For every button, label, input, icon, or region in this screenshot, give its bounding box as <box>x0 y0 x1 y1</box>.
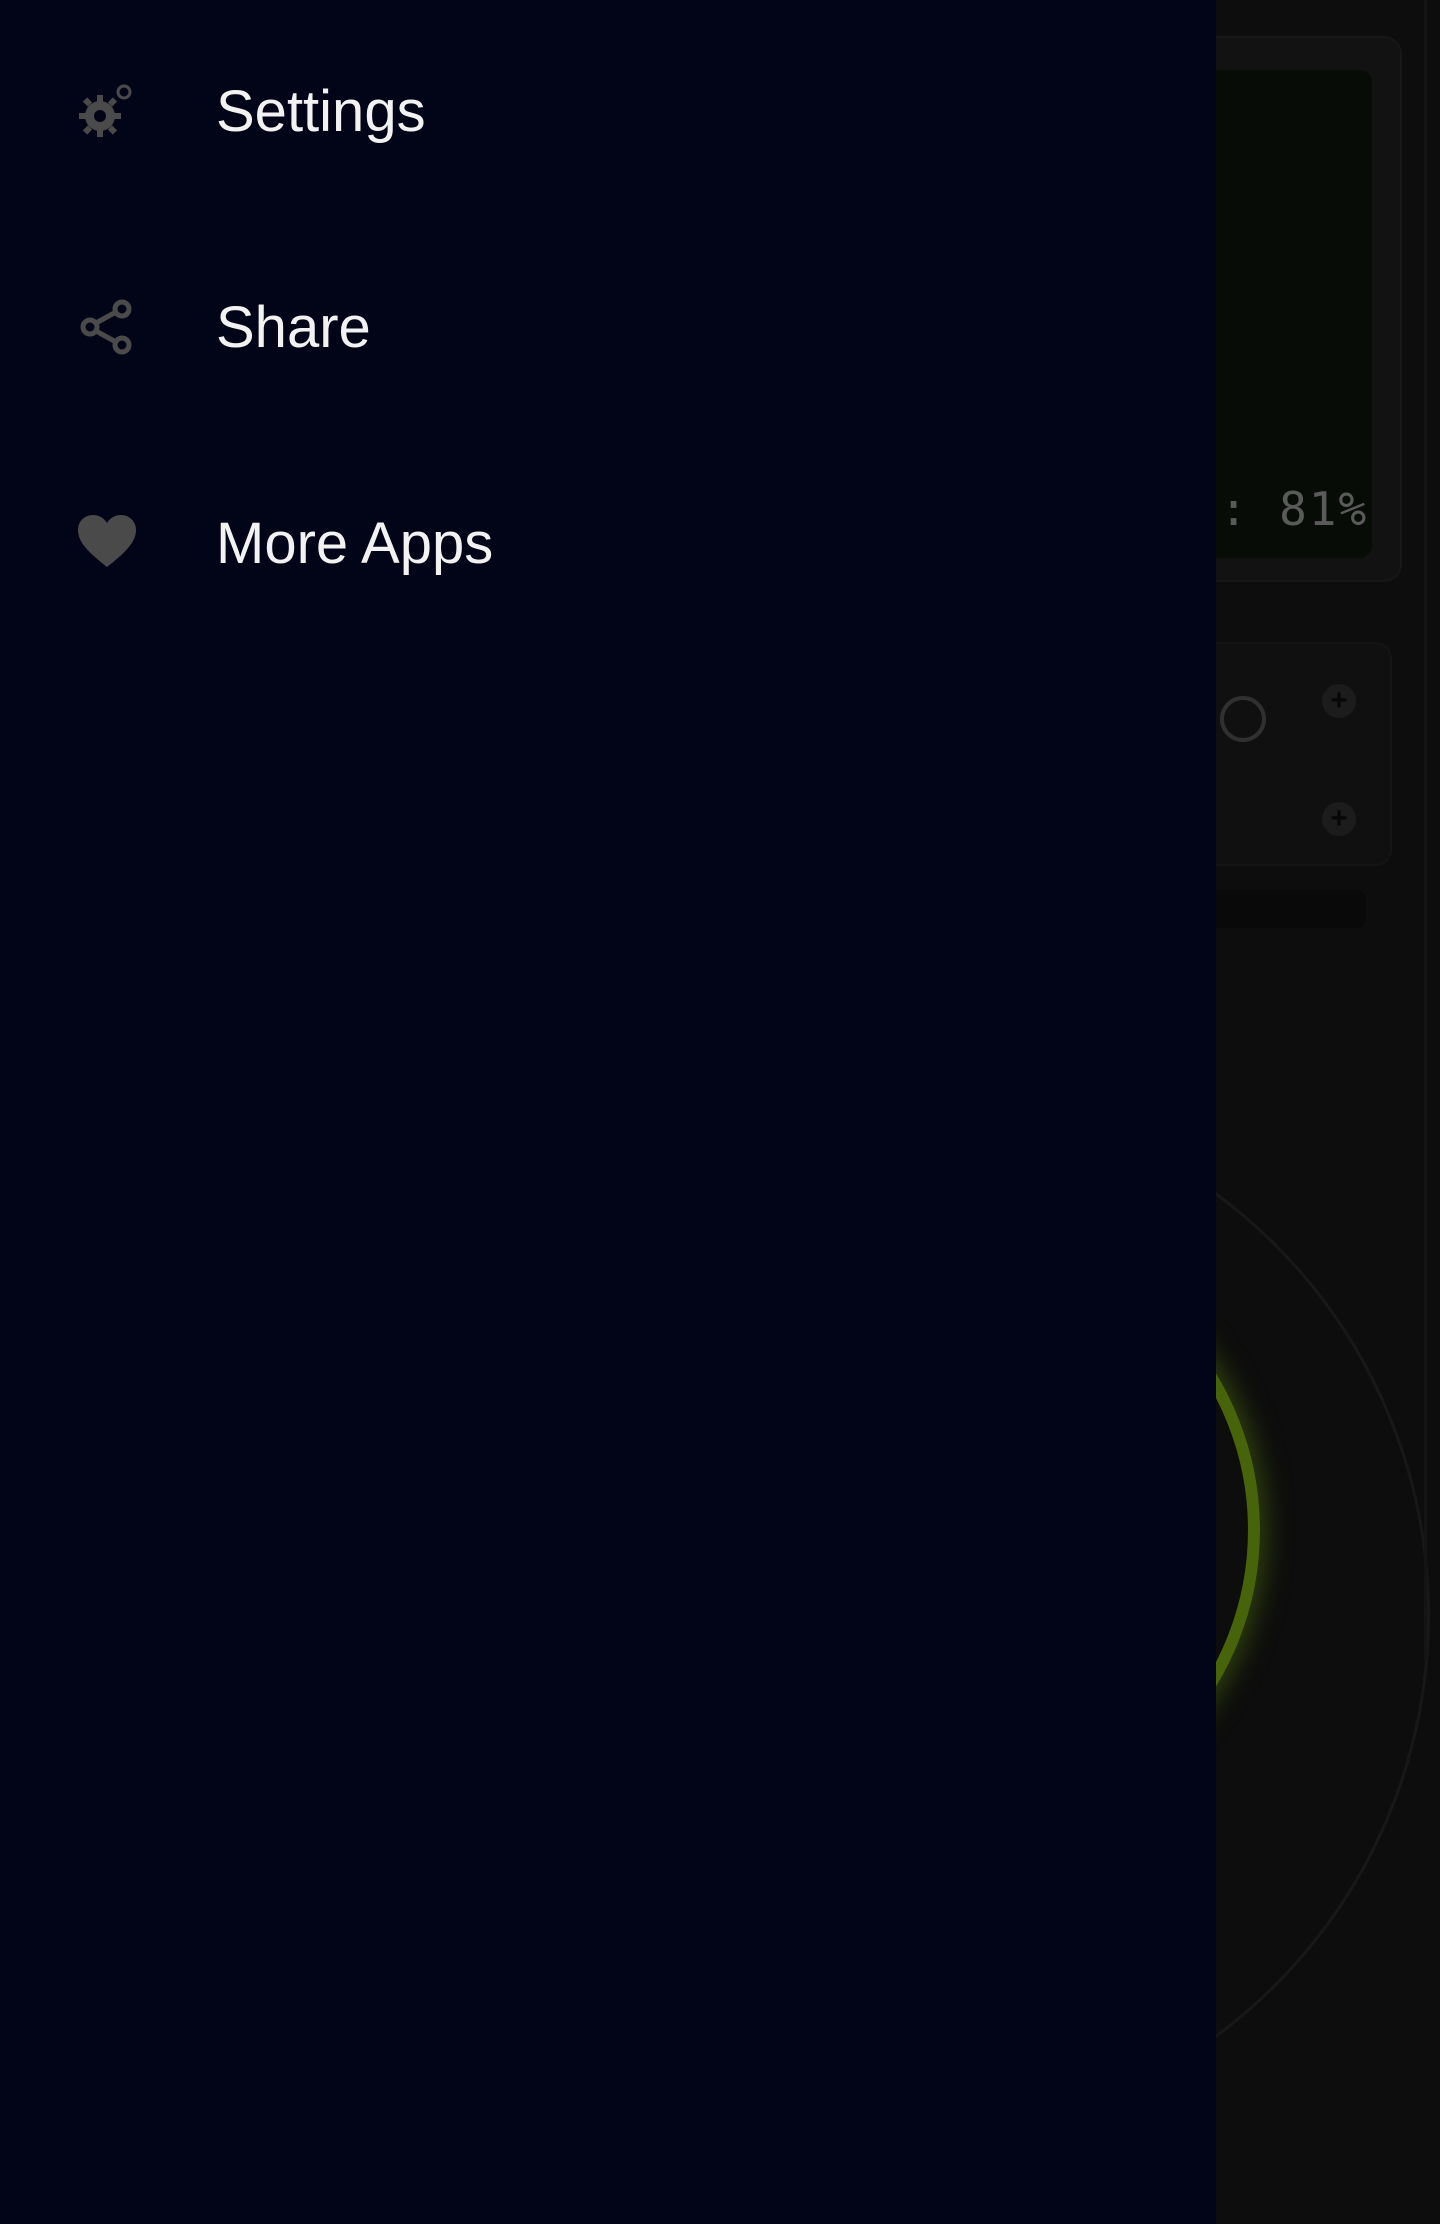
menu-item-settings-label: Settings <box>216 78 426 144</box>
navigation-drawer: Settings Share More Apps <box>0 0 1216 2224</box>
heart-icon <box>76 512 138 574</box>
menu-item-share[interactable]: Share <box>0 252 1216 402</box>
menu-item-more-apps[interactable]: More Apps <box>0 468 1216 618</box>
menu-item-share-label: Share <box>216 294 371 360</box>
menu-item-settings[interactable]: Settings <box>0 36 1216 186</box>
menu-item-more-apps-label: More Apps <box>216 510 494 576</box>
gears-icon <box>76 80 138 142</box>
share-icon <box>76 296 138 358</box>
